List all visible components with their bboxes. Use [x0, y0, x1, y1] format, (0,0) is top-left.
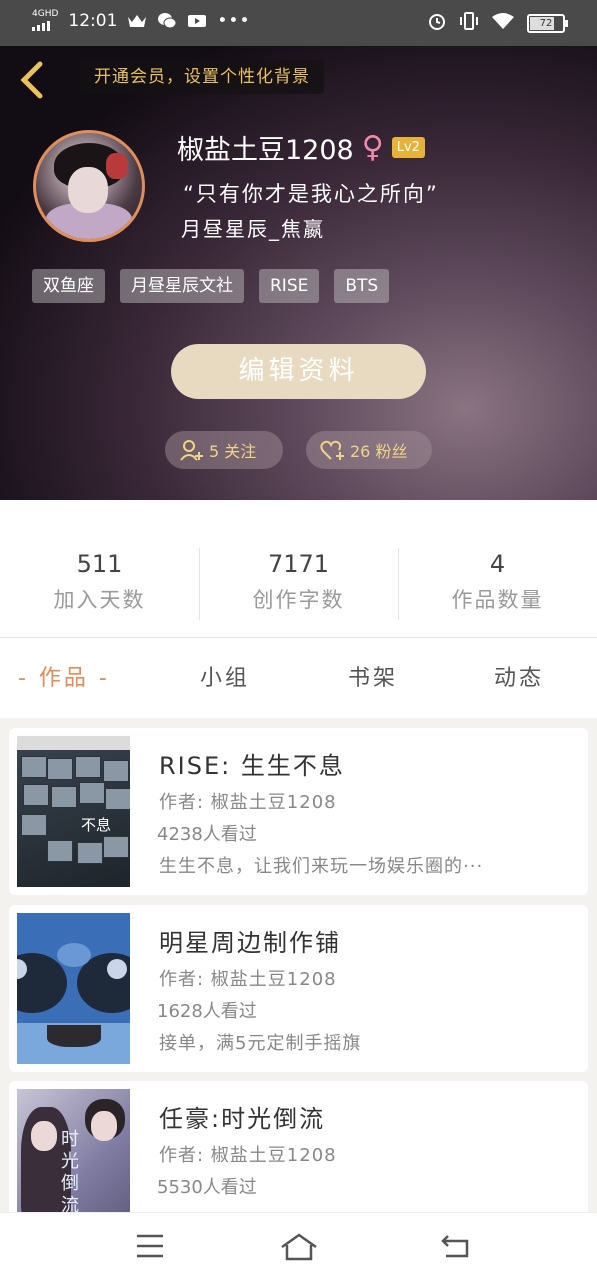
work-cover: 不息 [17, 736, 130, 887]
status-bar: 4GHD 12:01 ••• 72 [0, 0, 597, 46]
more-notifications-icon: ••• [217, 10, 251, 31]
work-views: 4238人看过 [157, 824, 257, 845]
edit-profile-button[interactable]: 编辑资料 [171, 344, 426, 399]
profile-quote: “只有你才是我心之所向” [183, 182, 439, 206]
work-title: 明星周边制作铺 [159, 929, 341, 957]
wechat-icon [157, 12, 177, 30]
level-badge: Lv2 [391, 137, 425, 158]
work-author: 作者: 椒盐土豆1208 [159, 792, 337, 813]
username-row: 椒盐土豆1208 ♀ Lv2 [177, 128, 425, 167]
tag[interactable]: RISE [259, 269, 320, 303]
tab-bookshelf[interactable]: 书架 [348, 660, 398, 692]
work-title: RISE: 生生不息 [159, 752, 345, 780]
back-arrow-icon [20, 61, 43, 99]
alarm-icon [427, 11, 447, 35]
tag[interactable]: 月昼星辰文社 [120, 269, 244, 303]
tag[interactable]: BTS [334, 269, 390, 303]
tab-activity[interactable]: 动态 [494, 660, 544, 692]
home-icon[interactable] [280, 1233, 318, 1265]
username: 椒盐土豆1208 [177, 135, 354, 166]
work-views: 1628人看过 [157, 1001, 257, 1022]
heart-icon [320, 440, 344, 460]
stats-panel: 511 加入天数 7171 创作字数 4 作品数量 [0, 500, 597, 638]
work-author: 作者: 椒盐土豆1208 [159, 1145, 337, 1166]
system-nav-bar [0, 1212, 597, 1281]
followers-count: 26 粉丝 [350, 442, 408, 461]
crown-icon [127, 13, 147, 29]
work-card[interactable]: 不息 RISE: 生生不息 作者: 椒盐土豆1208 4238人看过 生生不息，… [9, 728, 588, 895]
profile-signature: 月昼星辰_焦嬴 [181, 217, 325, 241]
stat-works: 4 作品数量 [451, 550, 544, 612]
female-icon: ♀ [361, 130, 384, 165]
tag[interactable]: 双鱼座 [32, 269, 105, 303]
work-description: 接单，满5元定制手摇旗 [159, 1033, 362, 1054]
back-button[interactable] [18, 60, 48, 100]
vibrate-icon [459, 11, 479, 35]
video-icon [187, 13, 207, 29]
work-card[interactable]: 明星周边制作铺 作者: 椒盐土豆1208 1628人看过 接单，满5元定制手摇旗 [9, 905, 588, 1072]
signal-icon: 4GHD [32, 10, 58, 31]
status-time: 12:01 [68, 10, 118, 31]
menu-icon[interactable] [136, 1233, 164, 1263]
stat-days: 511 加入天数 [53, 550, 146, 612]
work-cover [17, 913, 130, 1064]
stat-words: 7171 创作字数 [252, 550, 345, 612]
work-title: 任豪:时光倒流 [159, 1105, 326, 1133]
tab-bar: - 作品 - 小组 书架 动态 [0, 638, 597, 718]
tag-list: 双鱼座 月昼星辰文社 RISE BTS [32, 269, 390, 303]
battery-icon: 72 [527, 13, 568, 33]
avatar[interactable] [33, 130, 145, 242]
tab-groups[interactable]: 小组 [200, 660, 250, 692]
cover-text: 时光倒流 [61, 1129, 79, 1216]
work-author: 作者: 椒盐土豆1208 [159, 969, 337, 990]
work-views: 5530人看过 [157, 1177, 257, 1198]
cover-text: 不息 [81, 816, 112, 834]
follow-user-icon [180, 440, 203, 461]
following-count: 5 关注 [209, 442, 257, 461]
wifi-icon [491, 12, 515, 34]
tab-works[interactable]: - 作品 - [18, 660, 110, 692]
work-description: 生生不息，让我们来玩一场娱乐圈的··· [159, 856, 484, 877]
followers-button[interactable]: 26 粉丝 [306, 431, 432, 469]
vip-banner[interactable]: 开通会员，设置个性化背景 [80, 60, 324, 94]
following-button[interactable]: 5 关注 [165, 431, 283, 469]
return-icon[interactable] [440, 1233, 470, 1263]
